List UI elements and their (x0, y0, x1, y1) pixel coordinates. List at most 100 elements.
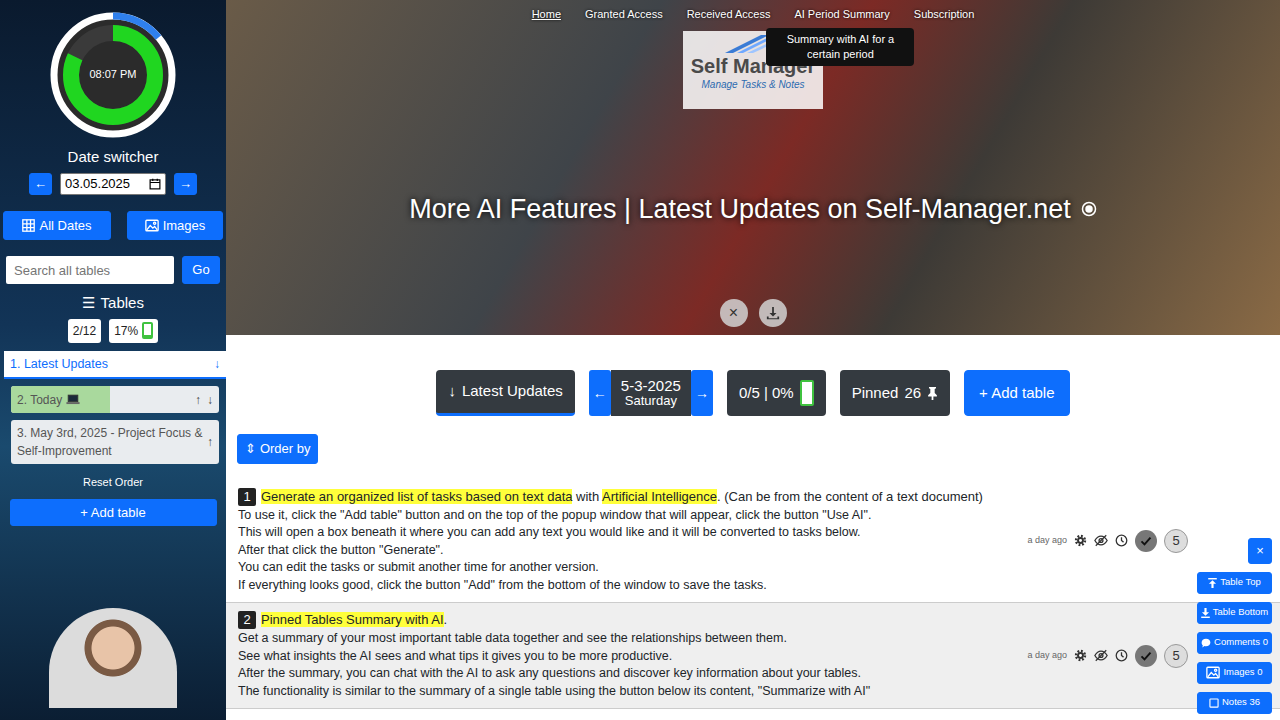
nav-link[interactable]: AI Period SummarySummary with AI for a c… (794, 6, 889, 23)
close-button[interactable]: × (1248, 538, 1272, 564)
laptop-icon (66, 394, 80, 405)
progress-box: 0/5 | 0% (727, 370, 826, 416)
nav-link[interactable]: Subscription (914, 6, 975, 23)
row-line: The functionality is similar to the summ… (238, 683, 1027, 701)
nav-link[interactable]: Granted Access (585, 6, 663, 23)
title-segment: Artificial Intelligence (602, 489, 717, 504)
button-label: Table Bottom (1213, 605, 1268, 619)
sidebar-item[interactable]: 2. Today↑↓ (11, 386, 219, 413)
clock-icon[interactable] (1115, 649, 1128, 662)
row-line: To use it, click the "Add table" button … (238, 507, 1027, 525)
sidebar-buttons: All Dates Images (3, 211, 223, 241)
hero-title-text: More AI Features | Latest Updates on Sel… (409, 189, 1070, 230)
title-segment: . (444, 612, 448, 627)
row-line: See what insights the AI sees and what t… (238, 648, 1027, 666)
all-dates-button[interactable]: All Dates (3, 211, 111, 241)
order-by-button[interactable]: ⇕Order by (237, 434, 318, 464)
avatar-photo (49, 608, 177, 708)
gear-icon[interactable] (1074, 649, 1087, 662)
reset-order-link[interactable]: Reset Order (83, 474, 143, 491)
progress-battery (800, 380, 814, 406)
move-down-arrow[interactable]: ↓ (207, 391, 213, 409)
tooltip: Summary with AI for a certain period (766, 28, 914, 66)
task-count: 5 (1164, 529, 1188, 553)
title-segment: Pinned Tables Summary with AI (261, 612, 444, 627)
nav-link[interactable]: Received Access (687, 6, 771, 23)
complete-button[interactable] (1135, 530, 1157, 552)
next-date-button[interactable]: → (174, 173, 197, 195)
date-input[interactable] (65, 174, 145, 194)
clock-icon[interactable] (1115, 534, 1128, 547)
nav-link[interactable]: Home (532, 6, 561, 23)
clock: 08:07 PM (48, 10, 178, 140)
floating-buttons: × Table Top Table Bottom Comments 0 Images 0… (1197, 538, 1272, 714)
section-button[interactable]: ↓ Latest Updates (436, 370, 574, 416)
date-text: 5-3-2025 (621, 378, 681, 395)
download-icon (766, 306, 780, 320)
move-up-arrow[interactable]: ↑ (207, 433, 213, 451)
comment-icon (1201, 638, 1211, 648)
sidebar-item[interactable]: 1. Latest Updates ↓ (4, 351, 226, 380)
item-arrows: ↑↓ (195, 391, 213, 409)
table-bottom-button[interactable]: Table Bottom (1197, 602, 1272, 624)
pinned-button[interactable]: Pinned26 (840, 370, 950, 416)
sort-icon: ⇕ (245, 439, 256, 459)
button-label: Images 0 (1223, 665, 1262, 679)
battery-fill (144, 335, 151, 337)
close-banner-button[interactable]: × (720, 299, 748, 327)
prev-date-button[interactable]: ← (29, 173, 52, 195)
title-segment: Generate an organized list of tasks base… (261, 489, 572, 504)
sidebar-item[interactable]: 3. May 3rd, 2025 - Project Focus & Self-… (11, 420, 219, 464)
section-label: Latest Updates (462, 380, 563, 403)
item-label: 3. May 3rd, 2025 - Project Focus & Self-… (17, 424, 207, 460)
comments-button[interactable]: Comments 0 (1197, 632, 1272, 654)
complete-button[interactable] (1135, 645, 1157, 667)
item-text: 1. Latest Updates (10, 355, 108, 374)
tables-heading: ☰Tables (82, 292, 144, 315)
date-switcher-label: Date switcher (68, 146, 159, 169)
date-field[interactable] (60, 173, 166, 195)
main-content: Home Granted Access Received Access AI Peri… (226, 0, 1280, 720)
gear-icon[interactable] (1074, 534, 1087, 547)
check-icon (1140, 650, 1152, 662)
add-table-button[interactable]: + Add table (964, 370, 1069, 416)
check-icon (1140, 535, 1152, 547)
eye-slash-icon[interactable] (1094, 649, 1108, 662)
order-by-label: Order by (260, 439, 311, 459)
title-segment: . (Can be from the content of a text doc… (717, 489, 983, 504)
next-day-button[interactable]: → (691, 370, 713, 416)
notes-button[interactable]: Notes 36 (1197, 692, 1272, 714)
row-meta: a day ago5 (1027, 644, 1188, 668)
progress-label: 0/5 | 0% (739, 382, 794, 405)
search-input[interactable] (6, 256, 174, 284)
prev-day-button[interactable]: ← (589, 370, 611, 416)
move-down-arrow[interactable]: ↓ (214, 355, 220, 373)
stat-badge: 2/12 (68, 319, 101, 343)
date-switcher: ←→ (29, 173, 197, 195)
eye-slash-icon[interactable] (1094, 534, 1108, 547)
table-stats: 2/1217% (68, 319, 158, 343)
item-label: 2. Today (17, 391, 80, 409)
button-label: × (1256, 541, 1264, 561)
hero-title: More AI Features | Latest Updates on Sel… (409, 189, 1096, 230)
down-arrow-icon: ↓ (448, 380, 456, 403)
add-table-button[interactable]: + Add table (10, 499, 217, 527)
row-time: a day ago (1027, 647, 1067, 665)
item-text: 3. May 3rd, 2025 - Project Focus & Self-… (17, 424, 207, 460)
move-up-arrow[interactable]: ↑ (195, 391, 201, 409)
pin-icon (927, 386, 938, 400)
weekday-text: Saturday (625, 394, 677, 408)
table-row: 1Generate an organized list of tasks bas… (226, 480, 1280, 604)
images-button[interactable]: Images 0 (1197, 662, 1272, 684)
row-content: 2Pinned Tables Summary with AI.Get a sum… (238, 611, 1027, 700)
search-bar: Go (6, 256, 220, 284)
clock-time: 08:07 PM (48, 66, 178, 83)
note-icon (1209, 698, 1219, 708)
table-top-button[interactable]: Table Top (1197, 572, 1272, 594)
download-banner-button[interactable] (759, 299, 787, 327)
hero-banner: Home Granted Access Received Access AI Peri… (226, 0, 1280, 335)
button-label: Notes 36 (1222, 695, 1260, 709)
row-line: This will open a box beneath it where yo… (238, 524, 1027, 542)
images-button[interactable]: Images (127, 211, 223, 241)
go-button[interactable]: Go (182, 256, 220, 284)
